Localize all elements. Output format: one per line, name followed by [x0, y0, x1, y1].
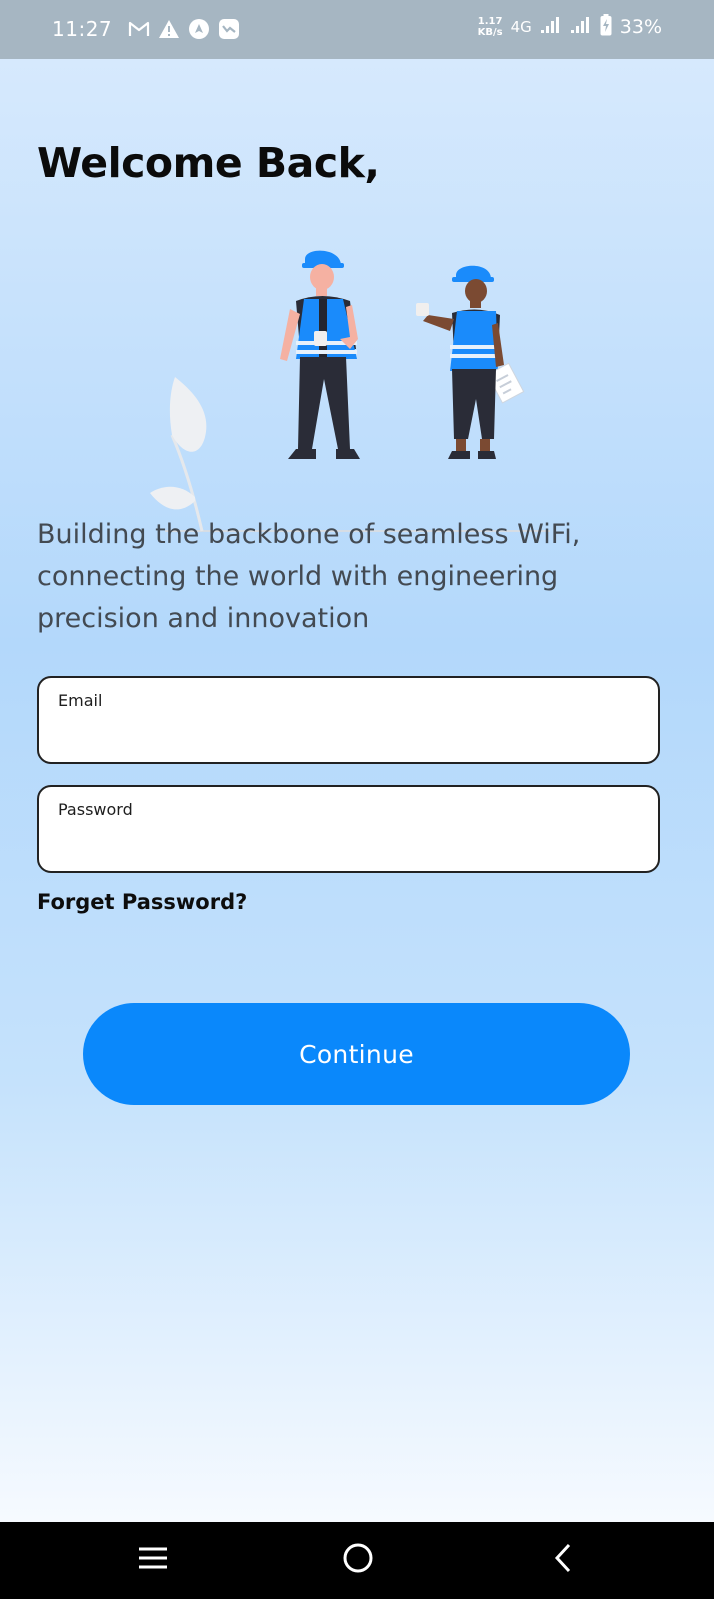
- network-speed-unit: KB/s: [477, 27, 503, 38]
- recent-apps-icon: [137, 1544, 169, 1576]
- back-button[interactable]: [541, 1540, 585, 1580]
- battery-percent: 33%: [619, 16, 662, 38]
- chat-icon: [218, 18, 240, 40]
- network-speed: 1.17 KB/s: [478, 16, 503, 38]
- back-icon: [550, 1542, 576, 1578]
- workers-illustration: [150, 239, 570, 539]
- gmail-icon: [128, 18, 150, 40]
- navigation-bar: [0, 1522, 714, 1599]
- notification-icons: [128, 18, 240, 40]
- login-screen: Welcome Back, Building the backbone of s…: [0, 59, 714, 1522]
- status-time: 11:27: [52, 17, 113, 41]
- email-field[interactable]: Email: [37, 676, 660, 764]
- worker-figure: [280, 250, 360, 459]
- continue-button[interactable]: Continue: [83, 1003, 630, 1105]
- password-label: Password: [58, 800, 133, 819]
- plant-icon: [150, 377, 207, 532]
- email-label: Email: [58, 691, 103, 710]
- forgot-password-link[interactable]: Forget Password?: [37, 890, 247, 914]
- password-input[interactable]: [56, 831, 640, 863]
- worker-figure: [416, 265, 525, 459]
- network-type: 4G: [510, 18, 532, 36]
- signal-icon: [540, 16, 562, 38]
- signal-icon: [570, 16, 592, 38]
- battery-charging-icon: [600, 14, 612, 40]
- navigation-icon: [188, 18, 210, 40]
- home-icon: [341, 1541, 375, 1579]
- warning-icon: [158, 18, 180, 40]
- tagline: Building the backbone of seamless WiFi, …: [37, 519, 581, 634]
- network-speed-value: 1.17: [477, 16, 503, 27]
- system-status: 1.17 KB/s 4G 33%: [478, 14, 662, 40]
- home-button[interactable]: [336, 1540, 380, 1580]
- email-input[interactable]: [56, 722, 640, 754]
- status-bar: 11:27 1.17 KB/s 4G 33%: [0, 0, 714, 59]
- password-field[interactable]: Password: [37, 785, 660, 873]
- page-title: Welcome Back,: [37, 139, 380, 187]
- recent-apps-button[interactable]: [131, 1540, 175, 1580]
